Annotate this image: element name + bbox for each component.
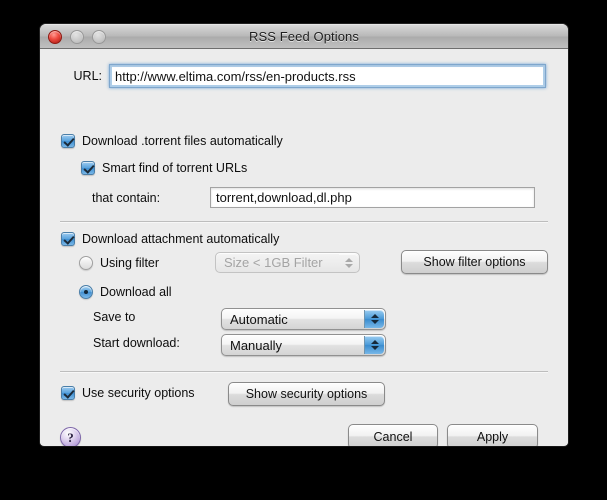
separator-bottom bbox=[60, 371, 548, 372]
that-contain-input[interactable]: torrent,download,dl.php bbox=[210, 187, 535, 208]
save-to-row: Save to bbox=[93, 310, 223, 324]
start-download-label: Start download: bbox=[93, 336, 180, 350]
smart-find-label: Smart find of torrent URLs bbox=[102, 161, 248, 175]
chevron-down-icon bbox=[344, 263, 353, 268]
chevron-down-icon bbox=[370, 320, 379, 324]
using-filter-row[interactable]: Using filter bbox=[79, 256, 159, 270]
filter-select-stepper[interactable] bbox=[339, 254, 358, 271]
dialog-body: URL: http://www.eltima.com/rss/en-produc… bbox=[40, 49, 568, 446]
use-security-options-label: Use security options bbox=[82, 386, 195, 400]
chevron-down-icon bbox=[370, 346, 379, 350]
chevron-up-icon bbox=[370, 340, 379, 344]
separator-top bbox=[60, 221, 548, 222]
download-attachment-row[interactable]: Download attachment automatically bbox=[61, 232, 279, 246]
chevron-up-icon bbox=[344, 257, 353, 262]
save-to-select-value: Automatic bbox=[230, 311, 288, 327]
download-attachment-checkbox[interactable] bbox=[61, 232, 75, 246]
url-row: URL: http://www.eltima.com/rss/en-produc… bbox=[60, 64, 546, 88]
download-torrent-checkbox[interactable] bbox=[61, 134, 75, 148]
that-contain-row: that contain: torrent,download,dl.php bbox=[92, 187, 535, 208]
download-attachment-label: Download attachment automatically bbox=[82, 232, 280, 246]
help-button[interactable]: ? bbox=[60, 427, 81, 446]
using-filter-label: Using filter bbox=[100, 256, 160, 270]
save-to-label: Save to bbox=[93, 310, 136, 324]
smart-find-checkbox[interactable] bbox=[81, 161, 95, 175]
show-security-options-button[interactable]: Show security options bbox=[228, 382, 385, 406]
desktop-background: RSS Feed Options URL: http://www.eltima.… bbox=[0, 0, 607, 500]
cancel-button[interactable]: Cancel bbox=[348, 424, 438, 446]
save-to-select[interactable]: Automatic bbox=[221, 308, 386, 330]
start-download-row: Start download: bbox=[93, 336, 223, 350]
download-all-radio[interactable] bbox=[79, 285, 93, 299]
filter-select-value: Size < 1GB Filter bbox=[224, 255, 323, 270]
download-torrent-label: Download .torrent files automatically bbox=[82, 134, 283, 148]
use-security-options-row[interactable]: Use security options bbox=[61, 386, 195, 400]
start-download-select-stepper[interactable] bbox=[364, 336, 384, 354]
filter-select[interactable]: Size < 1GB Filter bbox=[215, 252, 360, 273]
download-all-row[interactable]: Download all bbox=[79, 285, 172, 299]
rss-feed-options-window: RSS Feed Options URL: http://www.eltima.… bbox=[40, 24, 568, 446]
start-download-select-value: Manually bbox=[230, 337, 283, 353]
download-all-label: Download all bbox=[100, 285, 172, 299]
smart-find-row[interactable]: Smart find of torrent URLs bbox=[81, 161, 247, 175]
chevron-up-icon bbox=[370, 314, 379, 318]
window-title: RSS Feed Options bbox=[249, 29, 359, 44]
using-filter-radio[interactable] bbox=[79, 256, 93, 270]
start-download-select[interactable]: Manually bbox=[221, 334, 386, 356]
show-filter-options-button[interactable]: Show filter options bbox=[401, 250, 548, 274]
save-to-select-stepper[interactable] bbox=[364, 310, 384, 328]
window-titlebar[interactable]: RSS Feed Options bbox=[40, 24, 568, 49]
that-contain-label: that contain: bbox=[92, 190, 161, 205]
use-security-options-checkbox[interactable] bbox=[61, 386, 75, 400]
apply-button[interactable]: Apply bbox=[447, 424, 538, 446]
url-label: URL: bbox=[73, 69, 102, 83]
url-input[interactable]: http://www.eltima.com/rss/en-products.rs… bbox=[109, 64, 546, 88]
download-torrent-row[interactable]: Download .torrent files automatically bbox=[61, 134, 283, 148]
